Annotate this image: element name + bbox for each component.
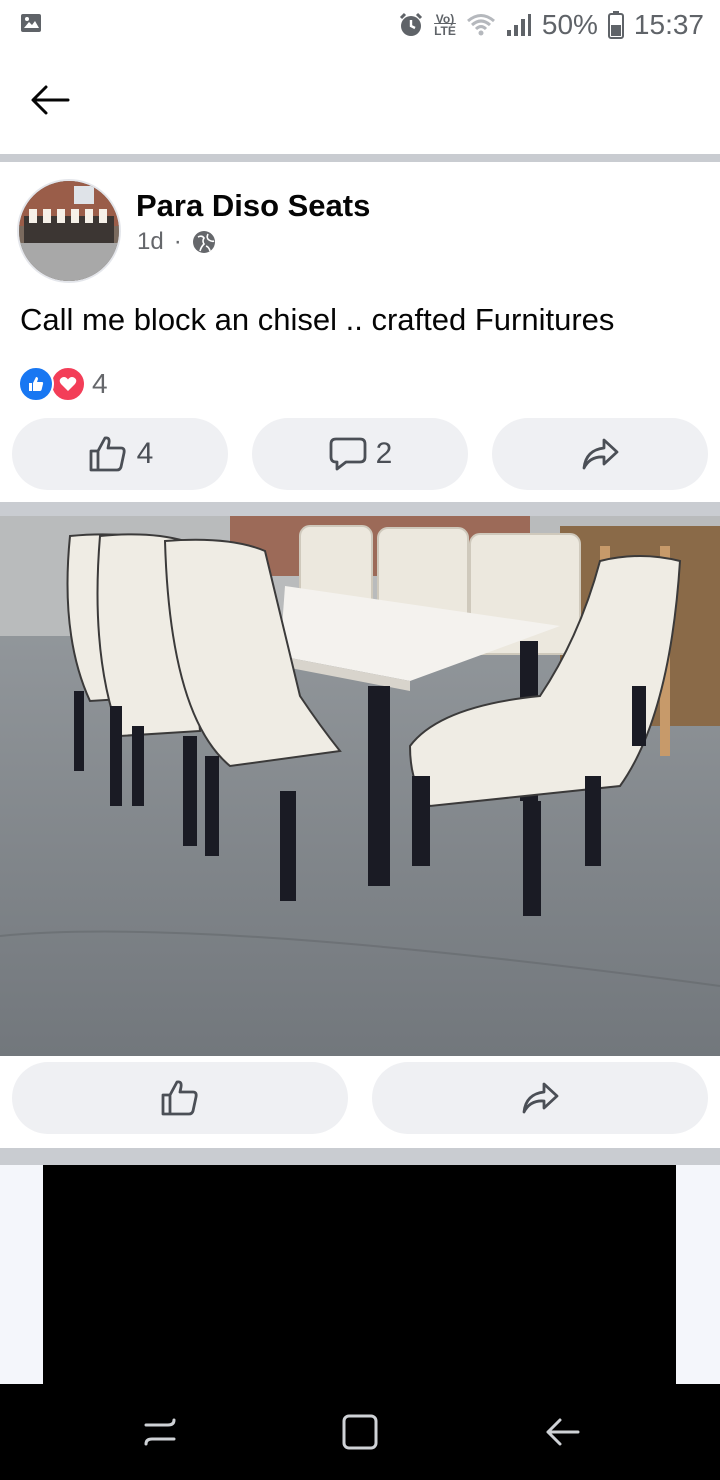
home-icon[interactable] [340,1412,380,1452]
post-header: Para Diso Seats 1d · [0,162,720,283]
post-time[interactable]: 1d [137,228,164,256]
avatar[interactable] [17,179,121,283]
lte-label: LTE [434,24,456,38]
share-icon [522,1082,559,1114]
avatar-image [19,181,119,281]
comment-icon [329,437,367,471]
recents-icon[interactable] [140,1412,180,1452]
next-media[interactable] [0,1165,720,1385]
back-icon[interactable] [542,1412,582,1452]
reaction-count: 4 [92,368,108,399]
like-reaction-icon [18,366,54,402]
gallery-icon [21,14,41,32]
reactions-summary[interactable]: 4 [18,366,108,402]
wifi-icon [466,14,495,36]
share-icon [582,438,619,470]
navigation-bar [0,1384,720,1480]
header-divider [0,154,720,162]
post-meta: 1d · [137,228,216,256]
back-arrow-icon[interactable] [28,80,74,120]
app-header [0,50,720,154]
share-button[interactable] [492,418,708,490]
clock: 15:37 [633,9,704,40]
like-count: 4 [136,437,154,470]
photo-divider [0,1148,720,1165]
status-icons: Vo) LTE 50% 15:37 [398,8,704,42]
comment-button[interactable]: 2 [252,418,468,490]
like-icon [89,436,126,472]
post-divider [0,502,720,516]
post-photo[interactable] [0,516,720,1056]
like-button[interactable]: 4 [12,418,228,490]
alarm-icon [400,12,423,36]
photo-share-button[interactable] [372,1062,708,1134]
like-icon [161,1080,198,1116]
author-name[interactable]: Para Diso Seats [136,188,370,224]
comment-count: 2 [375,437,393,470]
love-reaction-icon [50,366,86,402]
video-frame[interactable] [43,1165,676,1385]
dining-set-photo [0,516,720,1056]
photo-like-button[interactable] [12,1062,348,1134]
post-text: Call me block an chisel .. crafted Furni… [20,302,615,337]
meta-separator: · [173,228,182,255]
battery-icon [607,11,624,39]
status-bar: Vo) LTE 50% 15:37 [0,0,720,50]
volte-icon: Vo) LTE [434,13,456,37]
battery-percent: 50% [541,9,598,40]
signal-icon [506,14,531,36]
globe-icon [192,231,215,253]
